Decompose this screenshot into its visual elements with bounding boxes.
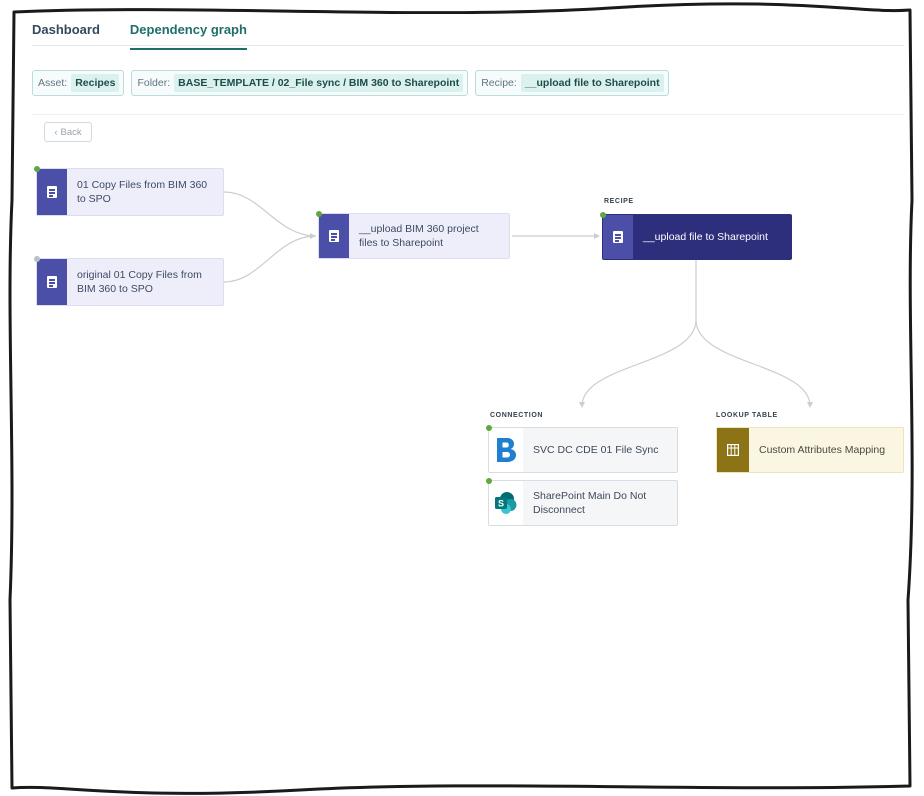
arrowhead-intermediate bbox=[310, 233, 316, 239]
graph-edges bbox=[223, 191, 813, 408]
edge-caller2-to-intermediate bbox=[223, 235, 317, 283]
caller-recipe-node-2[interactable]: original 01 Copy Files from BIM 360 to S… bbox=[34, 256, 224, 306]
connection-node-sharepoint[interactable]: S SharePoint Main Do Not Disconnect bbox=[486, 478, 678, 526]
connection-section-label: CONNECTION bbox=[490, 412, 544, 419]
status-running-dot bbox=[316, 211, 322, 217]
canvas-divider bbox=[32, 114, 904, 115]
recipe-icon-box bbox=[37, 259, 67, 305]
recipe-icon bbox=[613, 231, 623, 243]
table-icon bbox=[717, 428, 749, 472]
main-recipe-label: __upload file to Sharepoint bbox=[643, 231, 768, 243]
recipe-icon-box bbox=[37, 169, 67, 215]
main-recipe-node[interactable]: __upload file to Sharepoint bbox=[600, 212, 792, 260]
status-running-dot bbox=[34, 166, 40, 172]
asset-filter-chip[interactable]: Asset: Recipes bbox=[32, 70, 125, 96]
arrowhead-lookup bbox=[807, 402, 813, 408]
status-running-dot bbox=[600, 212, 606, 218]
recipe-icon bbox=[329, 230, 339, 242]
recipe-icon-box bbox=[603, 215, 633, 259]
lookup-table-label: Custom Attributes Mapping bbox=[759, 444, 886, 456]
folder-filter-value: BASE_TEMPLATE / 02_File sync / BIM 360 t… bbox=[174, 74, 464, 92]
sharepoint-logo-icon: S bbox=[489, 481, 523, 525]
recipe-filter-chip[interactable]: Recipe: __upload file to Sharepoint bbox=[475, 70, 669, 96]
recipe-icon bbox=[47, 276, 57, 288]
dependency-graph-app: Dashboard Dependency graph Asset: Recipe… bbox=[16, 14, 904, 784]
asset-filter-value: Recipes bbox=[71, 74, 120, 92]
tabs-divider bbox=[32, 45, 904, 46]
edge-caller1-to-intermediate bbox=[223, 191, 317, 237]
edge-to-connections bbox=[581, 319, 697, 407]
recipe-icon-box bbox=[319, 214, 349, 258]
recipe-icon bbox=[47, 186, 57, 198]
caller-recipe-node-1[interactable]: 01 Copy Files from BIM 360 to SPO bbox=[34, 166, 224, 216]
status-connected-dot bbox=[486, 425, 492, 431]
connection-node-bim360[interactable]: SVC DC CDE 01 File Sync bbox=[486, 425, 678, 473]
status-connected-dot bbox=[486, 478, 492, 484]
chevron-left-icon: ‹ bbox=[54, 126, 58, 138]
connection-label-sharepoint: SharePoint Main Do Not Disconnect bbox=[533, 490, 647, 516]
recipe-filter-label: Recipe: bbox=[481, 77, 517, 89]
caller-recipe-label-1: 01 Copy Files from BIM 360 to SPO bbox=[77, 179, 208, 205]
asset-filter-label: Asset: bbox=[38, 77, 68, 89]
caller-recipe-label-2: original 01 Copy Files from BIM 360 to S… bbox=[77, 269, 202, 295]
connection-label-bim360: SVC DC CDE 01 File Sync bbox=[533, 444, 659, 456]
folder-filter-chip[interactable]: Folder: BASE_TEMPLATE / 02_File sync / B… bbox=[131, 70, 469, 96]
lookup-table-section-label: LOOKUP TABLE bbox=[716, 412, 778, 419]
edge-to-lookup bbox=[695, 319, 811, 407]
arrowhead-main bbox=[594, 233, 600, 239]
lookup-table-node[interactable]: Custom Attributes Mapping bbox=[716, 427, 904, 473]
recipe-filter-value: __upload file to Sharepoint bbox=[520, 74, 664, 92]
intermediate-recipe-node[interactable]: __upload BIM 360 project files to Sharep… bbox=[316, 211, 510, 259]
back-button[interactable]: ‹ Back bbox=[44, 122, 92, 142]
arrowhead-connections bbox=[579, 402, 585, 408]
svg-text:S: S bbox=[498, 499, 504, 509]
intermediate-recipe-label: __upload BIM 360 project files to Sharep… bbox=[359, 223, 479, 249]
recipe-section-label: RECIPE bbox=[604, 198, 634, 205]
bim360-logo-icon bbox=[489, 428, 523, 472]
status-stopped-dot bbox=[34, 256, 40, 262]
back-button-label: Back bbox=[60, 126, 82, 138]
folder-filter-label: Folder: bbox=[137, 77, 171, 89]
filter-chips: Asset: Recipes Folder: BASE_TEMPLATE / 0… bbox=[32, 70, 669, 96]
